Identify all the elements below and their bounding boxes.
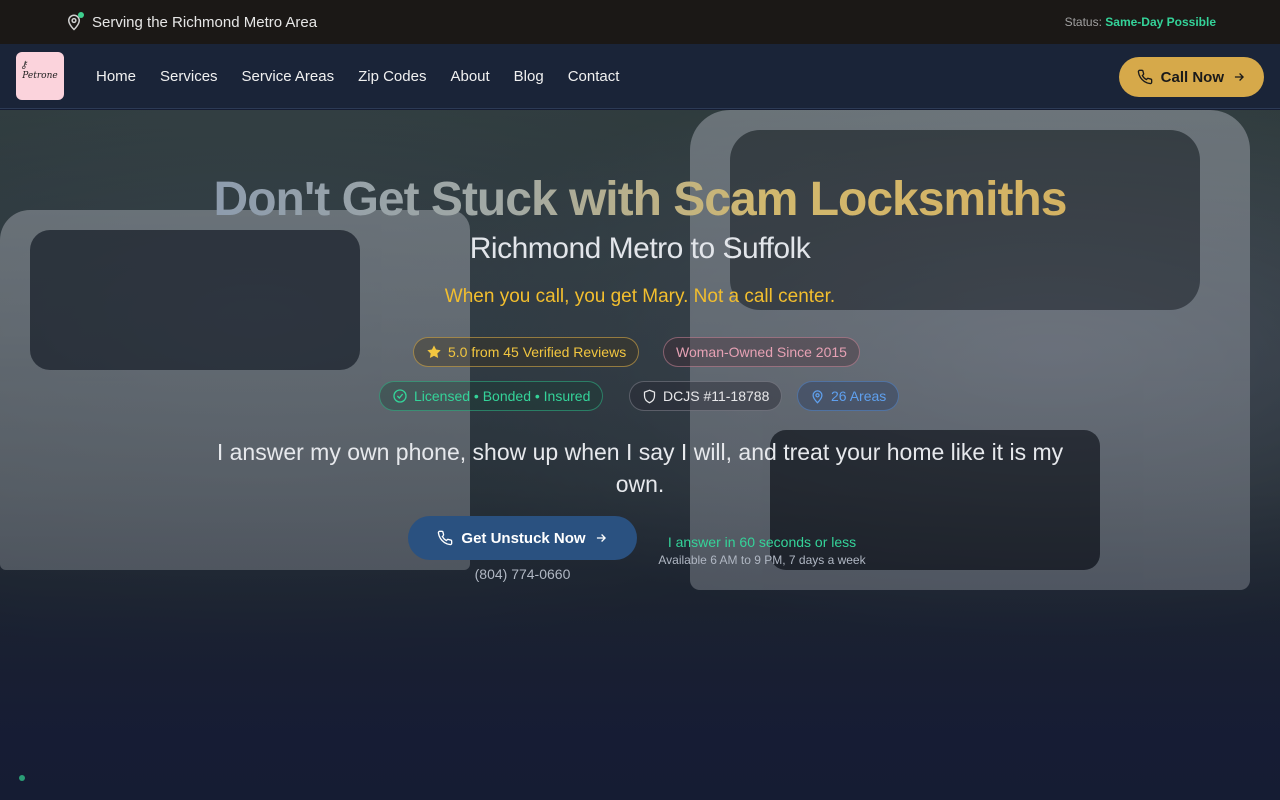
nav-link-service-areas[interactable]: Service Areas	[242, 68, 335, 85]
call-now-label: Call Now	[1160, 68, 1224, 86]
chat-indicator-dot[interactable]	[19, 775, 25, 781]
get-unstuck-button[interactable]: Get Unstuck Now	[408, 516, 637, 560]
licensed-text: Licensed • Bonded • Insured	[414, 388, 591, 404]
key-icon: ⚷	[20, 60, 28, 71]
hours-text: Available 6 AM to 9 PM, 7 days a week	[658, 553, 866, 567]
woman-owned-text: Woman-Owned Since 2015	[676, 344, 847, 360]
hero-mission-text: I answer my own phone, show up when I sa…	[216, 439, 1064, 497]
nav-link-blog[interactable]: Blog	[514, 68, 544, 85]
live-indicator-dot	[78, 12, 84, 18]
nav-link-home[interactable]: Home	[96, 68, 136, 85]
nav-link-services[interactable]: Services	[160, 68, 218, 85]
arrow-right-icon	[594, 531, 608, 545]
map-pin-icon	[810, 389, 825, 404]
top-bar: Serving the Richmond Metro Area Status: …	[0, 0, 1280, 44]
nav-link-zip-codes[interactable]: Zip Codes	[358, 68, 426, 85]
areas-badge[interactable]: 26 Areas	[797, 381, 900, 411]
arrow-right-icon	[1232, 70, 1246, 84]
woman-owned-badge: Woman-Owned Since 2015	[663, 337, 860, 367]
service-area-notice: Serving the Richmond Metro Area	[64, 12, 317, 32]
site-logo[interactable]: ⚷ Petrone	[16, 52, 64, 100]
reviews-text: 5.0 from 45 Verified Reviews	[448, 344, 627, 360]
status-indicator: Status: Same-Day Possible	[1065, 15, 1216, 29]
status-label: Status:	[1064, 15, 1102, 29]
licensed-badge: Licensed • Bonded • Insured	[379, 381, 604, 411]
reviews-badge[interactable]: 5.0 from 45 Verified Reviews	[413, 337, 640, 367]
logo-text: Petrone	[22, 71, 58, 81]
status-value: Same-Day Possible	[1105, 15, 1216, 29]
dcjs-badge: DCJS #11-18788	[629, 381, 783, 411]
shield-icon	[642, 389, 657, 404]
hero-headline: Don't Get Stuck with Scam Locksmiths	[0, 172, 1280, 227]
map-pin-icon	[64, 12, 84, 32]
dcjs-text: DCJS #11-18788	[663, 388, 770, 404]
hero-tagline: When you call, you get Mary. Not a call …	[444, 286, 836, 307]
phone-number-link[interactable]: (804) 774-0660	[408, 566, 637, 582]
nav-link-contact[interactable]: Contact	[568, 68, 620, 85]
main-nav: ⚷ Petrone Home Services Service Areas Zi…	[0, 44, 1280, 109]
nav-links: Home Services Service Areas Zip Codes Ab…	[96, 68, 619, 85]
phone-icon	[1137, 69, 1153, 85]
answer-time-text: I answer in 60 seconds or less	[667, 534, 857, 550]
areas-text: 26 Areas	[831, 388, 887, 404]
service-area-text: Serving the Richmond Metro Area	[92, 13, 318, 31]
check-circle-icon	[392, 388, 408, 404]
get-unstuck-label: Get Unstuck Now	[461, 529, 586, 547]
hero-section: Don't Get Stuck with Scam Locksmiths Ric…	[0, 110, 1280, 800]
hero-subheadline: Richmond Metro to Suffolk	[469, 232, 811, 265]
star-icon	[426, 344, 442, 360]
nav-link-about[interactable]: About	[450, 68, 489, 85]
call-now-button[interactable]: Call Now	[1118, 57, 1264, 97]
phone-icon	[437, 530, 453, 546]
